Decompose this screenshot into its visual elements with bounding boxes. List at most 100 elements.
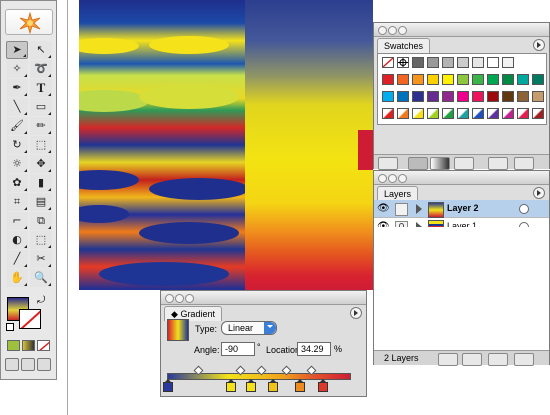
full-screen-mode-button[interactable] <box>37 358 51 371</box>
scissors-tool[interactable]: ✂ <box>30 250 52 268</box>
gradient-stop[interactable] <box>267 379 278 392</box>
swatch[interactable] <box>502 74 514 85</box>
mesh-tool[interactable]: ⌗ <box>6 193 28 211</box>
layers-titlebar[interactable] <box>374 171 549 185</box>
swatch[interactable] <box>382 74 394 85</box>
stroke-swatch[interactable] <box>19 309 41 329</box>
swatch[interactable] <box>517 91 529 102</box>
zoom-icon[interactable] <box>398 174 407 183</box>
pencil-tool[interactable]: ✏ <box>30 117 52 135</box>
default-fill-stroke-icon[interactable] <box>6 323 14 331</box>
swatch[interactable] <box>532 108 544 119</box>
registration-swatch[interactable] <box>397 57 409 68</box>
swatch[interactable] <box>532 91 544 102</box>
swatch[interactable] <box>502 91 514 102</box>
new-sublayer-button[interactable] <box>462 353 482 366</box>
angle-input[interactable]: -90 <box>221 342 255 356</box>
paintbrush-tool[interactable]: 🖌 <box>6 117 28 135</box>
location-input[interactable]: 34.29 <box>297 342 331 356</box>
swatches-titlebar[interactable] <box>374 23 549 37</box>
chevron-down-icon[interactable] <box>264 322 276 334</box>
gradient-titlebar[interactable] <box>161 291 366 305</box>
warp-tool[interactable]: ☼ <box>6 155 28 173</box>
close-icon[interactable] <box>378 174 387 183</box>
slice-tool[interactable]: ╱ <box>6 250 28 268</box>
swatch[interactable] <box>442 57 454 68</box>
swatch[interactable] <box>397 91 409 102</box>
close-icon[interactable] <box>378 26 387 35</box>
type-select[interactable]: Linear <box>221 321 277 335</box>
target-icon[interactable] <box>519 204 529 214</box>
direct-selection-tool[interactable]: ↖ <box>30 41 52 59</box>
swatch[interactable] <box>397 108 409 119</box>
show-swatch-kinds-button[interactable] <box>378 157 398 170</box>
selection-tool[interactable]: ➤ <box>6 41 28 59</box>
swatch[interactable] <box>427 57 439 68</box>
illustrator-logo[interactable] <box>5 9 53 35</box>
show-gradient-swatches-button[interactable] <box>430 157 450 170</box>
swatch[interactable] <box>412 91 424 102</box>
swatch[interactable] <box>427 108 439 119</box>
eye-icon[interactable]: 👁 <box>377 203 390 214</box>
gradient-preview[interactable] <box>167 319 189 341</box>
new-layer-button[interactable] <box>488 353 508 366</box>
swatch[interactable] <box>382 91 394 102</box>
magic-wand-tool[interactable]: ✧ <box>6 60 28 78</box>
zoom-icon[interactable] <box>185 294 194 303</box>
swatch[interactable] <box>532 74 544 85</box>
swatch[interactable] <box>457 74 469 85</box>
swatch[interactable] <box>487 74 499 85</box>
full-screen-menu-mode-button[interactable] <box>21 358 35 371</box>
scale-tool[interactable]: ⬚ <box>30 136 52 154</box>
swatch[interactable] <box>412 108 424 119</box>
swatch[interactable] <box>457 108 469 119</box>
minimize-icon[interactable] <box>388 26 397 35</box>
tab-swatches[interactable]: Swatches <box>377 38 431 53</box>
symbol-sprayer-tool[interactable]: ✿ <box>6 174 28 192</box>
swatch[interactable] <box>517 74 529 85</box>
gradient-stop[interactable] <box>225 379 236 392</box>
gradient-mode-button[interactable] <box>22 340 35 351</box>
swatch[interactable] <box>442 74 454 85</box>
gradient-stop[interactable] <box>245 379 256 392</box>
tab-layers[interactable]: Layers <box>377 186 419 201</box>
gradient-stop[interactable] <box>295 379 306 392</box>
swatch[interactable] <box>382 108 394 119</box>
gradient-stop[interactable] <box>317 379 328 392</box>
swatch[interactable] <box>412 74 424 85</box>
live-paint-bucket-tool[interactable]: ◐ <box>6 231 28 249</box>
swatch[interactable] <box>472 74 484 85</box>
rotate-tool[interactable]: ↻ <box>6 136 28 154</box>
swatch[interactable] <box>487 91 499 102</box>
new-swatch-button[interactable] <box>488 157 508 170</box>
none-swatch[interactable] <box>382 57 394 68</box>
swatch[interactable] <box>457 91 469 102</box>
rectangle-tool[interactable]: ▭ <box>30 98 52 116</box>
make-clipping-mask-button[interactable] <box>438 353 458 366</box>
none-mode-button[interactable] <box>37 340 50 351</box>
swap-fill-stroke-icon[interactable]: ⤾ <box>37 295 45 306</box>
minimize-icon[interactable] <box>175 294 184 303</box>
swatch[interactable] <box>487 57 499 68</box>
palette-menu-icon[interactable] <box>533 187 545 199</box>
close-icon[interactable] <box>165 294 174 303</box>
swatch[interactable] <box>472 57 484 68</box>
eyedropper-tool[interactable]: ⌐ <box>6 212 28 230</box>
gradient-rectangle[interactable] <box>245 0 373 290</box>
color-mode-button[interactable] <box>7 340 20 351</box>
artwork-image[interactable] <box>79 0 245 290</box>
minimize-icon[interactable] <box>388 174 397 183</box>
swatch[interactable] <box>472 91 484 102</box>
swatch[interactable] <box>427 74 439 85</box>
line-segment-tool[interactable]: ╲ <box>6 98 28 116</box>
swatch[interactable] <box>472 108 484 119</box>
live-paint-selection-tool[interactable]: ⬚ <box>30 231 52 249</box>
swatch[interactable] <box>502 57 514 68</box>
gradient-tool[interactable]: ▤ <box>30 193 52 211</box>
swatch[interactable] <box>502 108 514 119</box>
show-color-swatches-button[interactable] <box>408 157 428 170</box>
lock-toggle[interactable] <box>395 203 408 216</box>
expand-triangle-icon[interactable] <box>416 204 422 214</box>
swatch[interactable] <box>442 108 454 119</box>
swatch[interactable] <box>517 108 529 119</box>
